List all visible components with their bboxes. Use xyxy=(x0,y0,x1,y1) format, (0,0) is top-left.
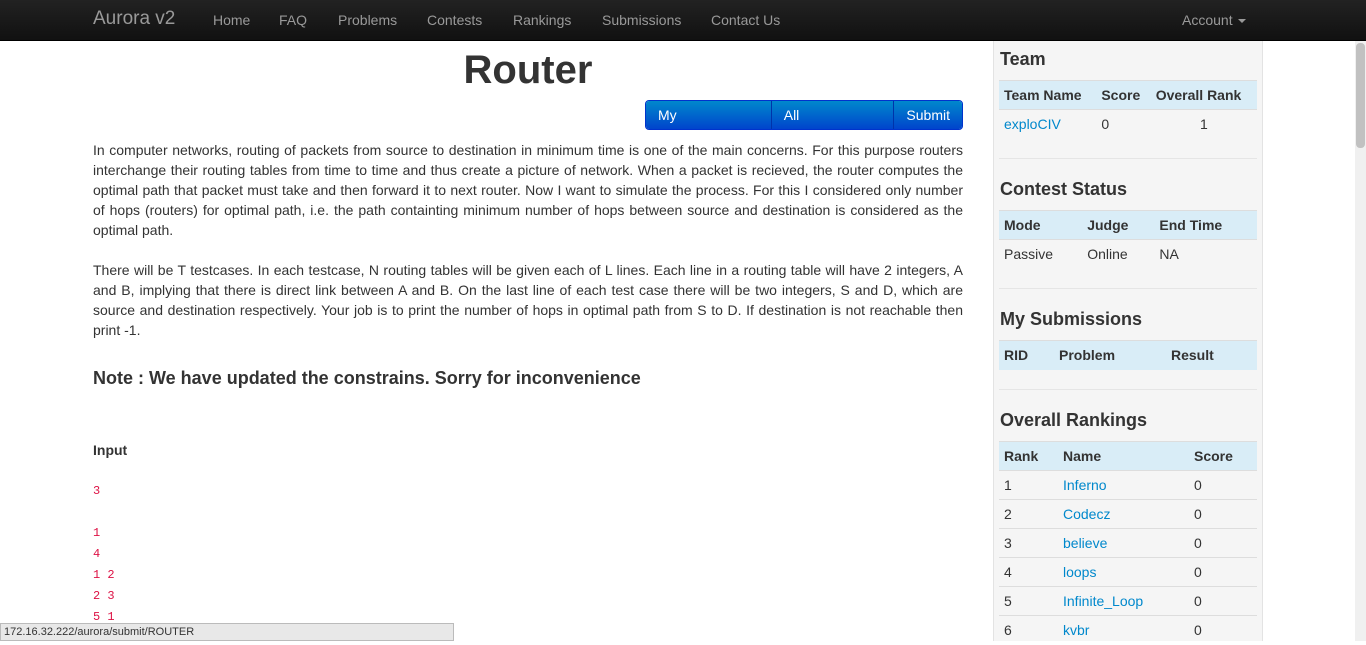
contest-status-table: Mode Judge End Time Passive Online NA xyxy=(999,210,1257,269)
divider xyxy=(999,158,1257,159)
table-row: 2 Codecz 0 xyxy=(999,499,1257,529)
top-navbar: Aurora v2 Home FAQ Problems Contests Ran… xyxy=(0,0,1366,41)
team-link[interactable]: kvbr xyxy=(1058,615,1189,645)
team-name-link[interactable]: exploCIV xyxy=(999,109,1097,139)
score-cell: 0 xyxy=(1189,499,1257,529)
rank-cell: 5 xyxy=(999,586,1058,616)
column-header: Result xyxy=(1166,340,1257,370)
sidebar: Team Team Name Score Overall Rank exploC… xyxy=(993,41,1263,645)
scrollbar-thumb[interactable] xyxy=(1356,43,1365,148)
column-header: Overall Rank xyxy=(1150,80,1257,110)
input-line: 1 xyxy=(93,526,101,540)
overall-rankings-table: Rank Name Score 1 Inferno 0 2 Codecz 0 3… xyxy=(999,441,1257,645)
team-score: 0 xyxy=(1096,109,1151,139)
all-submissions-button[interactable]: All Submissions xyxy=(771,101,895,129)
contest-mode: Passive xyxy=(999,239,1083,269)
rank-cell: 6 xyxy=(999,615,1058,645)
contest-end-time: NA xyxy=(1154,239,1257,269)
team-link[interactable]: Codecz xyxy=(1058,499,1189,529)
nav-submissions[interactable]: Submissions xyxy=(602,12,681,28)
score-cell: 0 xyxy=(1189,557,1257,587)
rank-cell: 3 xyxy=(999,528,1058,558)
rank-cell: 1 xyxy=(999,470,1058,500)
account-label: Account xyxy=(1182,12,1233,28)
table-row: 3 believe 0 xyxy=(999,528,1257,558)
column-header: Mode xyxy=(999,210,1083,240)
table-row: Passive Online NA xyxy=(999,239,1257,269)
contest-judge: Online xyxy=(1082,239,1155,269)
submit-button[interactable]: Submit xyxy=(894,101,962,129)
divider xyxy=(999,389,1257,390)
column-header: Name xyxy=(1058,441,1189,471)
column-header: RID xyxy=(999,340,1054,370)
divider xyxy=(999,288,1257,289)
problem-description-1: In computer networks, routing of packets… xyxy=(93,142,963,238)
input-line: 3 xyxy=(93,484,101,498)
table-row: 5 Infinite_Loop 0 xyxy=(999,586,1257,616)
team-link[interactable]: Inferno xyxy=(1058,470,1189,500)
problem-title: Router xyxy=(463,48,593,92)
rank-cell: 2 xyxy=(999,499,1058,529)
input-line: 5 1 xyxy=(93,610,115,624)
input-line: 4 xyxy=(93,547,101,561)
problem-note: Note : We have updated the constrains. S… xyxy=(93,368,641,388)
my-submissions-heading: My Submissions xyxy=(1000,309,1143,329)
overall-rankings-heading: Overall Rankings xyxy=(1000,410,1148,430)
page-scrollbar[interactable] xyxy=(1355,41,1366,641)
team-table: Team Name Score Overall Rank exploCIV 0 … xyxy=(999,80,1257,139)
team-overall-rank: 1 xyxy=(1150,109,1257,139)
table-row: 6 kvbr 0 xyxy=(999,615,1257,645)
account-dropdown[interactable]: Account xyxy=(1182,12,1246,28)
column-header: End Time xyxy=(1154,210,1257,240)
score-cell: 0 xyxy=(1189,470,1257,500)
nav-faq[interactable]: FAQ xyxy=(279,12,307,28)
contest-status-heading: Contest Status xyxy=(1000,179,1128,199)
score-cell: 0 xyxy=(1189,528,1257,558)
input-heading: Input xyxy=(93,442,128,458)
my-submissions-button[interactable]: My Submissions xyxy=(646,101,772,129)
score-cell: 0 xyxy=(1189,586,1257,616)
score-cell: 0 xyxy=(1189,615,1257,645)
column-header: Team Name xyxy=(999,80,1097,110)
nav-contests[interactable]: Contests xyxy=(427,12,482,28)
team-link[interactable]: believe xyxy=(1058,528,1189,558)
table-row: 1 Inferno 0 xyxy=(999,470,1257,500)
submission-button-group: My Submissions All Submissions Submit xyxy=(645,100,963,130)
nav-home[interactable]: Home xyxy=(213,12,250,28)
column-header: Score xyxy=(1096,80,1151,110)
team-link[interactable]: loops xyxy=(1058,557,1189,587)
nav-rankings[interactable]: Rankings xyxy=(513,12,571,28)
my-submissions-table: RID Problem Result xyxy=(999,340,1257,370)
input-line: 1 2 xyxy=(93,568,115,582)
team-heading: Team xyxy=(1000,49,1046,69)
nav-problems[interactable]: Problems xyxy=(338,12,397,28)
browser-status-bar: 172.16.32.222/aurora/submit/ROUTER xyxy=(0,623,454,641)
column-header: Score xyxy=(1189,441,1257,471)
team-link[interactable]: Infinite_Loop xyxy=(1058,586,1189,616)
table-row: 4 loops 0 xyxy=(999,557,1257,587)
brand-logo[interactable]: Aurora v2 xyxy=(93,8,175,30)
column-header: Judge xyxy=(1082,210,1155,240)
caret-down-icon xyxy=(1237,19,1246,24)
table-row: exploCIV 0 1 xyxy=(999,109,1257,139)
problem-description-2: There will be T testcases. In each testc… xyxy=(93,262,963,338)
rank-cell: 4 xyxy=(999,557,1058,587)
input-line: 2 3 xyxy=(93,589,115,603)
nav-contact-us[interactable]: Contact Us xyxy=(711,12,780,28)
column-header: Problem xyxy=(1054,340,1166,370)
column-header: Rank xyxy=(999,441,1058,471)
